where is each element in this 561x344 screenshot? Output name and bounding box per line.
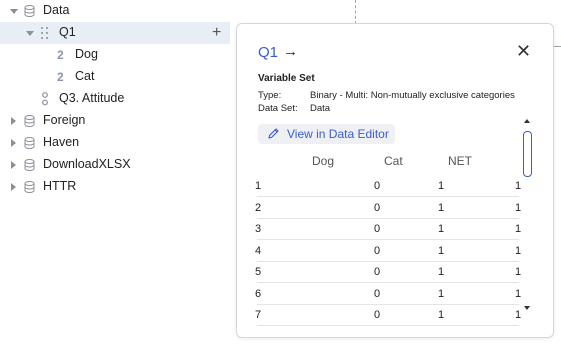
tree-item-cat[interactable]: 2 Cat xyxy=(0,66,230,88)
database-icon xyxy=(24,137,35,149)
database-icon xyxy=(24,115,35,127)
variable-set-popup: Q1 → ✕ Variable Set Type: Binary - Multi… xyxy=(236,23,554,338)
table-cell: 1 xyxy=(515,180,522,192)
table-cell: 1 xyxy=(515,244,522,257)
table-row: 5 0 1 1 xyxy=(255,260,522,283)
table-row: 4 0 1 1 xyxy=(255,239,522,262)
canvas-divider xyxy=(355,0,356,24)
row-id-cell: 7 xyxy=(255,309,262,321)
table-cell: 1 xyxy=(438,287,445,300)
pencil-icon xyxy=(268,128,279,139)
table-row: 2011 xyxy=(255,196,522,219)
tree-item-data[interactable]: Data xyxy=(0,0,230,22)
dataset-value: Data xyxy=(310,103,331,114)
table-cell: 0 xyxy=(374,266,381,278)
scroll-up-arrow-icon[interactable] xyxy=(524,119,530,123)
column-header: Dog xyxy=(312,154,335,168)
row-id-cell: 4 xyxy=(255,244,262,257)
ordinal-variable-icon xyxy=(42,92,48,106)
table-cell: 0 xyxy=(374,180,381,192)
row-id-cell: 2 xyxy=(255,201,262,214)
table-cell: 1 xyxy=(438,309,445,321)
row-id-cell: 5 xyxy=(255,266,262,278)
tree-item-label: Foreign xyxy=(43,113,86,127)
data-tree: Data Q1 + 2 Dog 2 Cat Q3. Attitude Forei… xyxy=(0,0,232,344)
row-id-cell: 6 xyxy=(255,287,262,300)
database-icon xyxy=(24,5,35,17)
table-cell: 1 xyxy=(515,201,522,214)
tree-item-label: Haven xyxy=(43,135,80,149)
table-cell: 1 xyxy=(515,223,522,235)
tree-item-q3-attitude[interactable]: Q3. Attitude xyxy=(0,88,230,110)
close-icon[interactable]: ✕ xyxy=(516,42,531,60)
canvas-guide-line xyxy=(553,46,561,47)
tree-item-label: Q1 xyxy=(59,25,76,39)
table-cell: 0 xyxy=(374,201,381,214)
table-row: 1 0 1 1 xyxy=(255,174,522,197)
table-row: 6 0 1 1 xyxy=(255,282,522,305)
chevron-down-icon[interactable] xyxy=(10,9,18,14)
tree-item-haven[interactable]: Haven xyxy=(0,132,230,154)
type-label: Type: xyxy=(258,90,282,101)
section-heading: Variable Set xyxy=(258,73,315,84)
table-row: 7 0 1 1 xyxy=(255,303,522,326)
tree-item-dog[interactable]: 2 Dog xyxy=(0,44,230,66)
database-icon xyxy=(24,181,35,193)
chevron-right-icon[interactable] xyxy=(11,183,16,191)
popup-title-link[interactable]: Q1 xyxy=(258,44,278,61)
table-cell: 0 xyxy=(374,287,381,300)
numeric-variable-icon: 2 xyxy=(57,70,64,84)
row-id-cell: 1 xyxy=(255,180,262,192)
type-value: Binary - Multi: Non-mutually exclusive c… xyxy=(310,90,515,101)
tree-item-label: Dog xyxy=(75,47,98,61)
table-cell: 1 xyxy=(515,287,522,300)
tree-item-label: HTTR xyxy=(43,179,77,193)
tree-item-downloadxlsx[interactable]: DownloadXLSX xyxy=(0,154,230,176)
add-button[interactable]: + xyxy=(212,25,221,41)
view-in-data-editor-label: View in Data Editor xyxy=(287,127,389,141)
view-in-data-editor-button[interactable]: View in Data Editor xyxy=(258,124,395,144)
chevron-right-icon[interactable] xyxy=(11,161,16,169)
table-cell: 1 xyxy=(438,201,445,214)
chevron-right-icon[interactable] xyxy=(11,139,16,147)
scroll-down-arrow-icon[interactable] xyxy=(524,306,530,310)
table-cell: 1 xyxy=(438,223,445,235)
table-cell: 0 xyxy=(374,244,381,257)
tree-item-q1[interactable]: Q1 + xyxy=(0,22,230,44)
table-cell: 1 xyxy=(438,244,445,257)
chevron-right-icon[interactable] xyxy=(11,117,16,125)
numeric-variable-icon: 2 xyxy=(57,48,64,62)
drag-handle-icon[interactable] xyxy=(41,27,49,39)
arrow-right-icon[interactable]: → xyxy=(283,43,298,60)
row-id-cell: 3 xyxy=(255,223,262,235)
table-row: 3 0 1 1 xyxy=(255,217,522,240)
table-cell: 0 xyxy=(374,309,381,321)
dataset-label: Data Set: xyxy=(258,103,298,114)
column-header: Cat xyxy=(384,154,403,168)
data-preview-table: Dog Cat NET 1011201130114011501160117011 xyxy=(237,150,553,337)
scrollbar-thumb[interactable] xyxy=(523,131,532,177)
table-cell: 1 xyxy=(515,309,522,321)
tree-item-label: DownloadXLSX xyxy=(43,157,131,171)
chevron-down-icon[interactable] xyxy=(26,31,34,36)
tree-item-label: Q3. Attitude xyxy=(59,91,125,105)
tree-item-httr[interactable]: HTTR xyxy=(0,176,230,198)
tree-item-label: Data xyxy=(43,3,70,17)
tree-item-label: Cat xyxy=(75,69,95,83)
table-cell: 1 xyxy=(438,266,445,278)
database-icon xyxy=(24,159,35,171)
column-header: NET xyxy=(448,154,472,168)
tree-item-foreign[interactable]: Foreign xyxy=(0,110,230,132)
table-cell: 1 xyxy=(438,180,445,192)
table-cell: 0 xyxy=(374,223,381,235)
table-cell: 1 xyxy=(515,266,522,278)
